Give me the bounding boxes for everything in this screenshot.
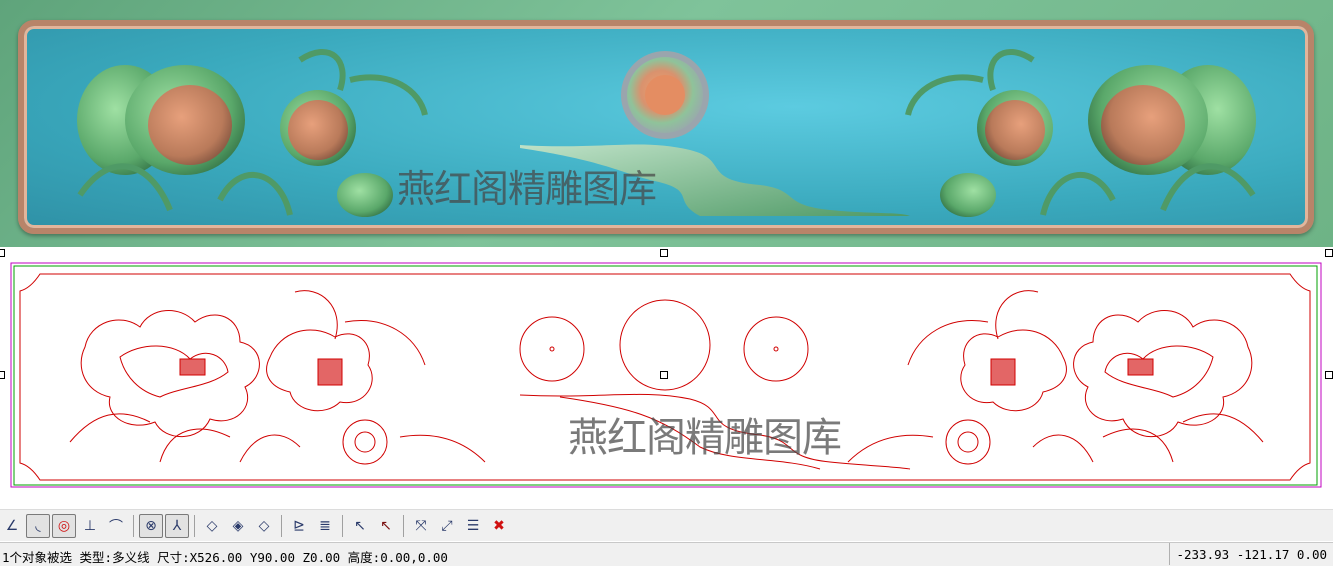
- align-stack-icon[interactable]: ≣: [313, 514, 337, 538]
- vector-snap-icon[interactable]: ⅄: [165, 513, 189, 538]
- diamond-outline-icon[interactable]: ◇: [200, 514, 224, 538]
- diamond-dot-icon[interactable]: ◇: [252, 514, 276, 538]
- status-bar: 1个对象被选 类型:多义线 尺寸:X526.00 Y90.00 Z0.00 高度…: [0, 542, 1333, 566]
- curve-snap-icon[interactable]: ⌒: [104, 514, 128, 538]
- relief-preview-pane[interactable]: 燕红阁精雕图库: [0, 0, 1333, 247]
- selection-handle-top-center[interactable]: [660, 249, 668, 257]
- transform-icon[interactable]: ⤧: [409, 514, 433, 538]
- selection-handle-center[interactable]: [660, 371, 668, 379]
- delete-icon[interactable]: ✖: [487, 514, 511, 538]
- list-edit-icon[interactable]: ☰: [461, 514, 485, 538]
- relief-ornament: [77, 48, 1256, 217]
- angle-icon[interactable]: ∠: [0, 514, 24, 538]
- cursor-coordinates: -233.93 -121.17 0.00: [1169, 543, 1333, 565]
- node-snap-icon[interactable]: ⊗: [139, 513, 163, 538]
- deselect-cursor-icon[interactable]: ↖: [374, 514, 398, 538]
- toolbar-separator: [133, 514, 134, 537]
- select-cursor-icon[interactable]: ↖: [348, 514, 372, 538]
- preview-watermark: 燕红阁精雕图库: [397, 167, 657, 211]
- selection-handle-middle-right[interactable]: [1325, 371, 1333, 379]
- diamond-cross-icon[interactable]: ◈: [226, 514, 250, 538]
- selection-handle-middle-left[interactable]: [0, 371, 5, 379]
- toolbar-separator: [342, 514, 343, 537]
- toolbar-separator: [403, 514, 404, 537]
- selection-status: 1个对象被选 类型:多义线 尺寸:X526.00 Y90.00 Z0.00 高度…: [2, 550, 448, 565]
- toolbar-separator: [194, 514, 195, 537]
- snap-toolbar: ∠ ◟ ◎ ⊥ ⌒ ⊗ ⅄ ◇ ◈ ◇ ⊵ ≣ ↖ ↖ ⤧ ⤢ ☰ ✖: [0, 509, 1333, 541]
- arc-fillet-icon[interactable]: ◟: [26, 513, 50, 538]
- node-edit-icon[interactable]: ⤢: [435, 514, 459, 538]
- circle-target-icon[interactable]: ◎: [52, 513, 76, 538]
- vector-watermark: 燕红阁精雕图库: [568, 415, 842, 461]
- selection-handle-top-right[interactable]: [1325, 249, 1333, 257]
- selection-handle-top-left[interactable]: [0, 249, 5, 257]
- perpendicular-icon[interactable]: ⊥: [78, 514, 102, 538]
- align-left-icon[interactable]: ⊵: [287, 514, 311, 538]
- toolbar-separator: [281, 514, 282, 537]
